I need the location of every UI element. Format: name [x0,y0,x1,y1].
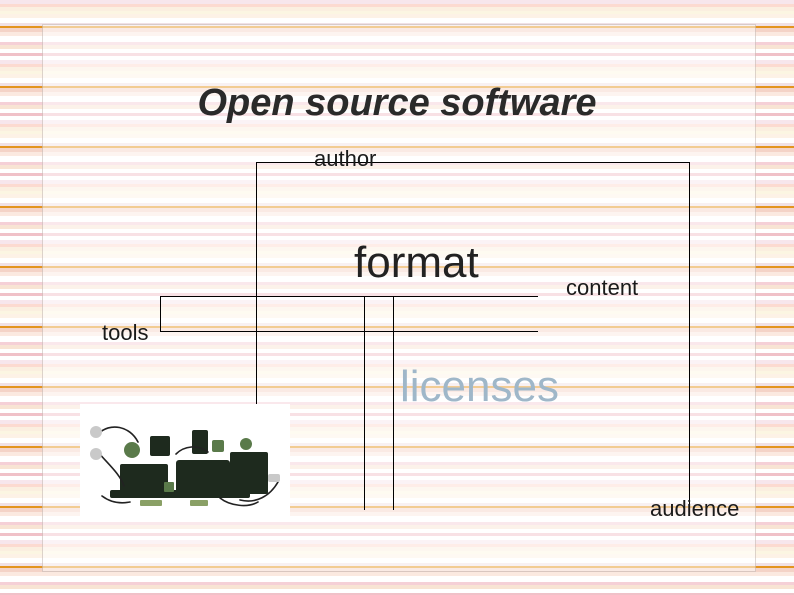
label-audience: audience [650,496,739,522]
connector-format-box [364,296,394,510]
label-format: format [354,238,479,288]
label-author: author [314,146,376,172]
electronics-art [80,404,290,516]
connector-tools-box [160,296,538,332]
label-tools: tools [102,320,148,346]
connector-author-box [256,162,690,506]
label-licenses: licenses [400,362,559,412]
label-content: content [566,275,638,301]
slide-title: Open source software [0,82,794,125]
slide: Open source software author format conte… [0,0,794,595]
